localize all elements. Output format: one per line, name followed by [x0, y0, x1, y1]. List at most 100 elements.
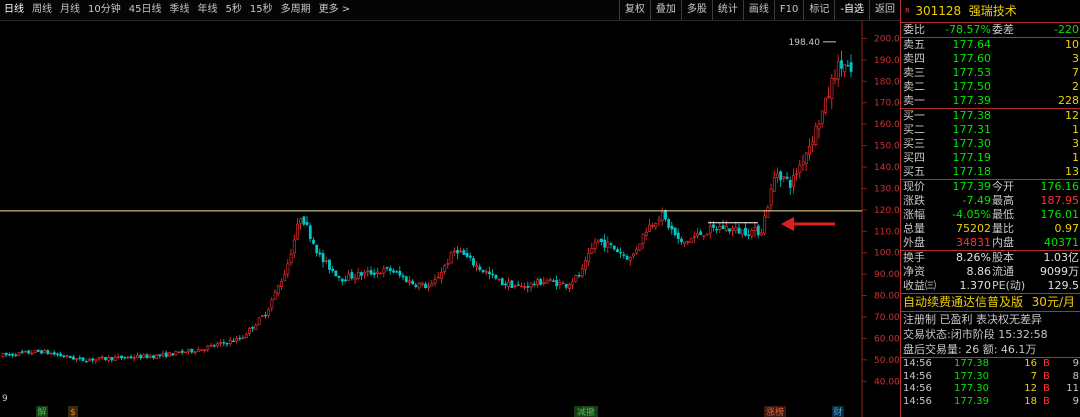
draw-line-button[interactable]: 画线 [742, 0, 774, 20]
price-axis-label: 60.00 [874, 334, 900, 344]
candle [507, 277, 511, 291]
candle [196, 346, 200, 353]
ask-row[interactable]: 卖四 177.60 3 [901, 52, 1080, 66]
candle [379, 272, 383, 275]
ask-row[interactable]: 卖二 177.50 2 [901, 80, 1080, 94]
ask-row[interactable]: 卖一 177.39 228 [901, 94, 1080, 108]
bid-row[interactable]: 买五 177.18 13 [901, 165, 1080, 179]
overlay-button[interactable]: 叠加 [649, 0, 681, 20]
back-button[interactable]: 返回 [869, 0, 900, 20]
candle [395, 269, 399, 273]
remove-favorite-button[interactable]: -自选 [834, 0, 869, 20]
quote-row: 涨幅 -4.05% 最低 176.01 [901, 208, 1080, 222]
inner-volume: 40371 [1044, 236, 1079, 249]
candle [833, 69, 837, 85]
multi-stock-button[interactable]: 多股 [680, 0, 712, 20]
tick-row: 14:56 177.30 7 B 8 [901, 371, 1080, 384]
candle [267, 307, 271, 319]
candle [491, 268, 495, 279]
tab-weekly[interactable]: 周线 [28, 0, 56, 20]
candle [328, 259, 331, 274]
tab-quarter[interactable]: 季线 [165, 0, 193, 20]
bid-volume: 3 [1072, 137, 1079, 150]
candle [456, 246, 459, 260]
candle [356, 267, 360, 281]
f10-button[interactable]: F10 [773, 0, 803, 20]
fundamental-label: 收益㈢ [903, 279, 936, 292]
tab-multi-period[interactable]: 多周期 [277, 0, 315, 20]
candle [747, 228, 751, 240]
ask-row[interactable]: 卖三 177.53 7 [901, 66, 1080, 80]
candle [36, 348, 40, 353]
tab-10min[interactable]: 10分钟 [84, 0, 125, 20]
tab-45day[interactable]: 45日线 [125, 0, 166, 20]
candle [558, 278, 562, 290]
candle [731, 225, 735, 237]
tab-more[interactable]: 更多 > [315, 0, 355, 20]
candle [494, 274, 498, 280]
candle [744, 222, 747, 237]
candle [273, 289, 277, 300]
candle [382, 265, 386, 278]
candle [516, 280, 520, 286]
chart-toolbar: 日线 周线 月线 10分钟 45日线 季线 年线 5秒 15秒 多周期 更多 >… [0, 0, 900, 21]
ask-row[interactable]: 卖五 177.64 10 [901, 38, 1080, 52]
candle [142, 353, 146, 359]
tab-5sec[interactable]: 5秒 [221, 0, 245, 20]
change-value: -7.49 [962, 194, 991, 207]
tab-15sec[interactable]: 15秒 [246, 0, 277, 20]
after-hours-info: 盘后交易量: 26 额: 46.1万 [903, 343, 1037, 356]
candle [750, 228, 754, 240]
candle [696, 227, 699, 239]
candle [244, 332, 248, 339]
restore-rights-button[interactable]: 复权 [618, 0, 650, 20]
bid-row[interactable]: 买四 177.19 1 [901, 151, 1080, 165]
stock-name[interactable]: 强瑞技术 [969, 4, 1017, 18]
weicha-value: -220 [1054, 23, 1079, 36]
bid-row[interactable]: 买二 177.31 1 [901, 123, 1080, 137]
bid-row[interactable]: 买三 177.30 3 [901, 137, 1080, 151]
candle [353, 273, 357, 284]
candle [49, 351, 53, 355]
kline-chart[interactable]: 200.0 190.0 180.0 170.0 160.0 150.0 140.0 130.0… [0, 20, 900, 417]
tick-list[interactable]: 14:56 177.38 16 B 9 14:56 177.30 7 B 8 14:56 177.… [901, 357, 1080, 408]
tab-yearly[interactable]: 年线 [193, 0, 221, 20]
r-mark: R [905, 7, 910, 15]
candle [161, 350, 165, 358]
tab-daily[interactable]: 日线 [0, 0, 28, 20]
candle [200, 349, 203, 351]
statistics-button[interactable]: 统计 [711, 0, 743, 20]
candle [260, 314, 264, 318]
tab-monthly[interactable]: 月线 [56, 0, 84, 20]
candle [462, 247, 466, 255]
candle [219, 339, 223, 347]
candle [536, 277, 539, 288]
quote-label: 现价 [903, 180, 925, 193]
stock-header: R 301128 强瑞技术 [901, 0, 1080, 23]
quote-label: 外盘 [903, 236, 925, 249]
candle [280, 278, 283, 290]
candle [408, 276, 411, 286]
candle [628, 256, 632, 266]
ask-price: 177.53 [952, 66, 992, 79]
tick-count: 9 [1072, 395, 1079, 407]
outer-volume: 34831 [956, 236, 991, 249]
tick-count: 11 [1066, 383, 1079, 394]
stock-code[interactable]: 301128 [915, 4, 961, 18]
candle [440, 267, 443, 284]
ask-volume: 3 [1072, 52, 1079, 65]
candle [331, 266, 335, 273]
candle [619, 247, 623, 259]
candle [177, 351, 181, 354]
subscription-ad[interactable]: 自动续费通达信普及版 30元/月 [901, 293, 1080, 311]
price-axis-label: 100.0 [874, 249, 900, 259]
tick-time: 14:56 [903, 395, 932, 407]
candle [340, 278, 344, 286]
mark-button[interactable]: 标记 [803, 0, 834, 20]
quote-row: 涨跌 -7.49 最高 187.95 [901, 194, 1080, 208]
bid-row[interactable]: 买一 177.38 12 [901, 109, 1080, 123]
candle [481, 269, 485, 274]
candle [417, 281, 421, 291]
ad-text: 自动续费通达信普及版 [903, 295, 1024, 309]
candle [500, 277, 504, 286]
